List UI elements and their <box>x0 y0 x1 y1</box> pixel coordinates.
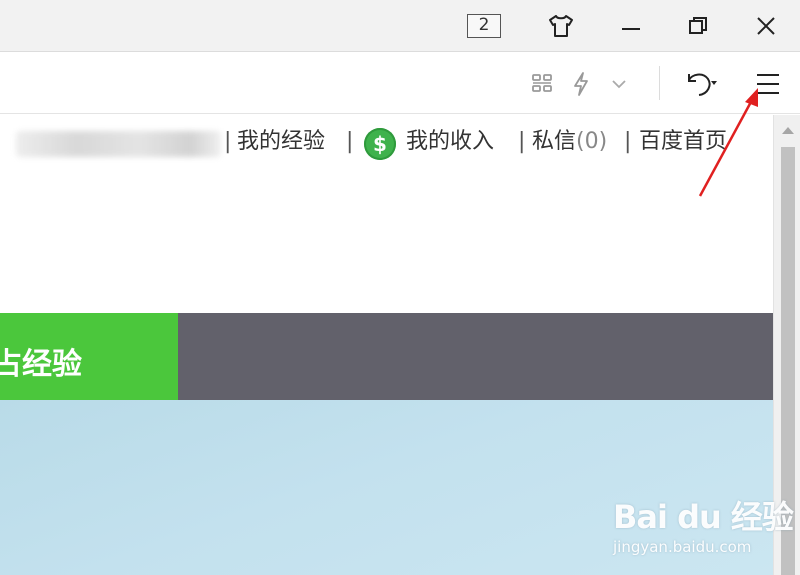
speed-mode-button[interactable] <box>567 69 595 99</box>
speed-mode-dropdown[interactable] <box>608 74 630 94</box>
toolbar-divider <box>659 66 660 100</box>
tab-count-button[interactable]: 2 <box>467 14 501 38</box>
separator: | <box>518 129 526 154</box>
close-icon <box>757 17 775 35</box>
qr-code-button[interactable] <box>528 70 556 98</box>
nav-item-label: 占经验 <box>0 347 82 382</box>
tshirt-icon <box>549 15 573 37</box>
restore-icon <box>689 17 707 34</box>
private-messages-link[interactable]: 私信(0) <box>532 127 607 157</box>
browser-toolbar <box>0 52 800 114</box>
browser-title-bar: 2 <box>0 0 800 52</box>
minimize-icon <box>622 28 640 30</box>
my-experience-link[interactable]: 我的经验 <box>237 127 325 157</box>
annotation-arrow-icon <box>698 88 758 197</box>
income-coin-icon: $ <box>364 128 396 160</box>
messages-label: 私信 <box>532 129 577 154</box>
skin-button[interactable] <box>541 6 581 46</box>
my-income-link[interactable]: 我的收入 <box>406 127 494 157</box>
restore-button[interactable] <box>678 6 718 46</box>
chevron-down-icon <box>612 80 626 89</box>
lightning-icon <box>574 72 588 96</box>
baidu-jingyan-watermark: Bai du 经验 jingyan.baidu.com <box>613 492 794 572</box>
messages-count: (0) <box>576 129 608 154</box>
qr-code-icon <box>532 74 552 92</box>
minimize-button[interactable] <box>611 6 651 46</box>
watermark-logo: Bai du 经验 <box>613 498 794 536</box>
separator: | <box>624 129 632 154</box>
scroll-up-arrow-icon[interactable] <box>782 127 794 134</box>
nav-item-active[interactable]: 占经验 <box>0 313 178 400</box>
separator: | <box>224 129 232 154</box>
close-button[interactable] <box>746 6 786 46</box>
dollar-icon: $ <box>373 132 387 156</box>
category-nav-bar: 占经验 <box>0 313 773 400</box>
blurred-username <box>16 131 221 157</box>
watermark-url: jingyan.baidu.com <box>613 538 752 556</box>
user-bar: | 我的经验 | $ 我的收入 | 私信(0) | 百度首页 <box>0 115 773 173</box>
separator: | <box>346 129 354 154</box>
